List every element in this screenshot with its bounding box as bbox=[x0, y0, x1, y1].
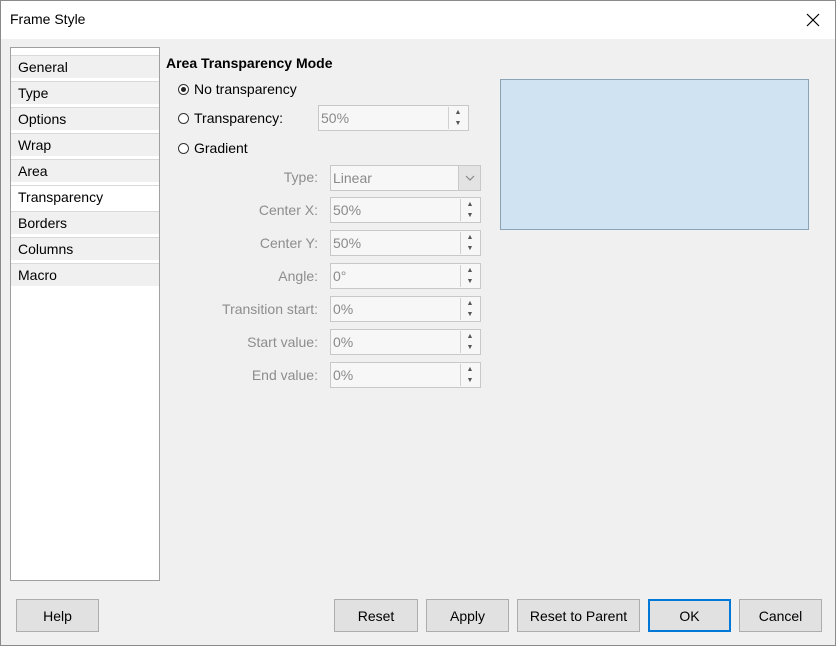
help-button[interactable]: Help bbox=[16, 599, 99, 632]
chevron-down-icon[interactable] bbox=[458, 166, 480, 190]
radio-label: No transparency bbox=[194, 81, 297, 97]
up-arrow-icon[interactable]: ▲ bbox=[461, 331, 479, 342]
transparency-preview bbox=[500, 79, 809, 230]
angle-spinner[interactable]: 0° ▲ ▼ bbox=[330, 263, 481, 289]
radio-no-transparency[interactable]: No transparency bbox=[178, 81, 297, 97]
center-y-label: Center Y: bbox=[259, 235, 318, 251]
down-arrow-icon[interactable]: ▼ bbox=[449, 118, 467, 129]
nav-item-wrap[interactable]: Wrap bbox=[11, 133, 159, 157]
down-arrow-icon[interactable]: ▼ bbox=[461, 243, 479, 254]
center-y-spinner[interactable]: 50% ▲ ▼ bbox=[330, 230, 481, 256]
spinner-arrows[interactable]: ▲ ▼ bbox=[460, 331, 479, 353]
radio-gradient[interactable]: Gradient bbox=[178, 140, 248, 156]
nav-item-options[interactable]: Options bbox=[11, 107, 159, 131]
down-arrow-icon[interactable]: ▼ bbox=[461, 309, 479, 320]
nav-item-borders[interactable]: Borders bbox=[11, 211, 159, 235]
center-x-spinner[interactable]: 50% ▲ ▼ bbox=[330, 197, 481, 223]
nav-item-macro[interactable]: Macro bbox=[11, 263, 159, 287]
down-arrow-icon[interactable]: ▼ bbox=[461, 342, 479, 353]
down-arrow-icon[interactable]: ▼ bbox=[461, 276, 479, 287]
center-x-label: Center X: bbox=[258, 202, 318, 218]
spinner-value: 50% bbox=[321, 110, 350, 126]
apply-button[interactable]: Apply bbox=[426, 599, 509, 632]
close-icon bbox=[806, 13, 820, 27]
spinner-arrows[interactable]: ▲ ▼ bbox=[460, 199, 479, 221]
nav-item-columns[interactable]: Columns bbox=[11, 237, 159, 261]
reset-to-parent-button[interactable]: Reset to Parent bbox=[517, 599, 640, 632]
nav-item-transparency[interactable]: Transparency bbox=[11, 185, 159, 209]
spinner-value: 50% bbox=[333, 202, 362, 218]
radio-button[interactable] bbox=[178, 83, 189, 95]
radio-label: Transparency: bbox=[194, 110, 283, 126]
category-list: General Type Options Wrap Area Transpare… bbox=[10, 47, 160, 581]
ok-button[interactable]: OK bbox=[648, 599, 731, 632]
spinner-value: 0° bbox=[333, 268, 347, 284]
window-title: Frame Style bbox=[10, 11, 86, 27]
frame-style-dialog: Frame Style General Type Options Wrap Ar… bbox=[0, 0, 836, 646]
spinner-value: 0% bbox=[333, 367, 354, 383]
angle-label: Angle: bbox=[278, 268, 318, 284]
radio-button[interactable] bbox=[178, 112, 189, 124]
nav-item-area[interactable]: Area bbox=[11, 159, 159, 183]
gradient-type-label: Type: bbox=[283, 169, 318, 185]
spinner-arrows[interactable]: ▲ ▼ bbox=[460, 298, 479, 320]
radio-transparency[interactable]: Transparency: bbox=[178, 110, 283, 126]
spinner-arrows[interactable]: ▲ ▼ bbox=[460, 364, 479, 386]
cancel-button[interactable]: Cancel bbox=[739, 599, 822, 632]
nav-item-general[interactable]: General bbox=[11, 55, 159, 79]
spinner-arrows[interactable]: ▲ ▼ bbox=[460, 265, 479, 287]
up-arrow-icon[interactable]: ▲ bbox=[449, 107, 467, 118]
transition-start-spinner[interactable]: 0% ▲ ▼ bbox=[330, 296, 481, 322]
spinner-value: 0% bbox=[333, 301, 354, 317]
title-bar: Frame Style bbox=[1, 1, 835, 39]
up-arrow-icon[interactable]: ▲ bbox=[461, 199, 479, 210]
close-button[interactable] bbox=[793, 1, 833, 39]
nav-item-type[interactable]: Type bbox=[11, 81, 159, 105]
section-title: Area Transparency Mode bbox=[166, 55, 333, 71]
spinner-value: 50% bbox=[333, 235, 362, 251]
transparency-spinner[interactable]: 50% ▲ ▼ bbox=[318, 105, 469, 131]
up-arrow-icon[interactable]: ▲ bbox=[461, 265, 479, 276]
spinner-arrows[interactable]: ▲ ▼ bbox=[460, 232, 479, 254]
end-value-label: End value: bbox=[251, 367, 318, 383]
reset-button[interactable]: Reset bbox=[334, 599, 418, 632]
spinner-value: 0% bbox=[333, 334, 354, 350]
transition-start-label: Transition start: bbox=[222, 301, 318, 317]
up-arrow-icon[interactable]: ▲ bbox=[461, 232, 479, 243]
select-value: Linear bbox=[333, 170, 372, 186]
radio-label: Gradient bbox=[194, 140, 248, 156]
radio-button[interactable] bbox=[178, 142, 189, 154]
up-arrow-icon[interactable]: ▲ bbox=[461, 364, 479, 375]
down-arrow-icon[interactable]: ▼ bbox=[461, 375, 479, 386]
up-arrow-icon[interactable]: ▲ bbox=[461, 298, 479, 309]
spinner-arrows[interactable]: ▲ ▼ bbox=[448, 107, 467, 129]
down-arrow-icon[interactable]: ▼ bbox=[461, 210, 479, 221]
end-value-spinner[interactable]: 0% ▲ ▼ bbox=[330, 362, 481, 388]
start-value-spinner[interactable]: 0% ▲ ▼ bbox=[330, 329, 481, 355]
start-value-label: Start value: bbox=[247, 334, 318, 350]
gradient-type-select[interactable]: Linear bbox=[330, 165, 481, 191]
